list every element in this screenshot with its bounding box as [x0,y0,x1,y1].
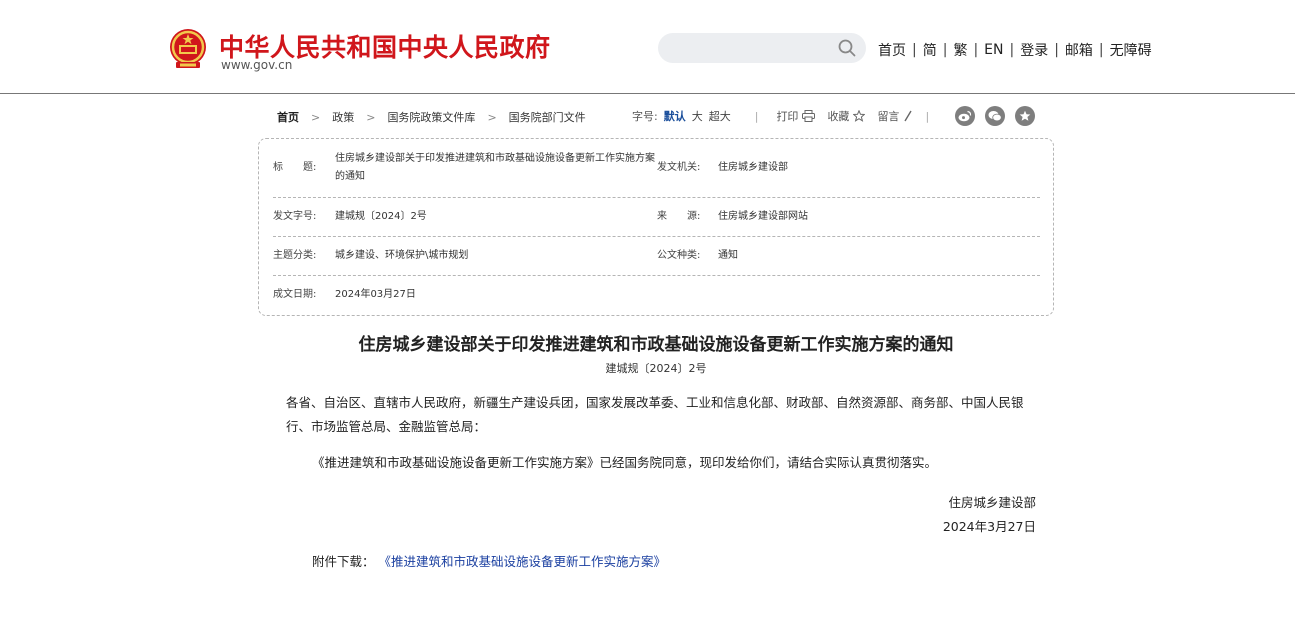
nav-separator: | [912,42,917,58]
article-doc-number: 建城规〔2024〕2号 [605,362,707,375]
document-info-table: 标 题: 住房城乡建设部关于印发推进建筑和市政基础设施设备更新工作实施方案的通知… [258,138,1054,316]
doc-number-value: 建城规〔2024〕2号 [335,211,427,222]
date-label: 成文日期: [273,289,317,300]
issuer-label: 发文机关: [657,162,701,173]
favorite-star-icon[interactable] [1015,106,1035,126]
comment-button[interactable]: 留言 [877,108,913,124]
breadcrumb: 首页 > 政策 > 国务院政策文件库 > 国务院部门文件 [277,109,586,125]
doc-type-label: 公文种类: [657,250,701,261]
breadcrumb-policy[interactable]: 政策 [332,109,354,125]
favorite-button[interactable]: 收藏 [827,108,866,124]
wechat-icon[interactable] [985,106,1005,126]
nav-separator: | [1054,42,1059,58]
info-row-title: 标 题: 住房城乡建设部关于印发推进建筑和市政基础设施设备更新工作实施方案的通知… [273,139,1040,198]
print-button[interactable]: 打印 [776,108,816,124]
font-size-large[interactable]: 大 [692,108,703,124]
nav-mailbox[interactable]: 邮箱 [1065,40,1093,60]
nav-separator: | [1098,42,1104,58]
nav-separator: | [1009,42,1015,58]
divider: | [925,109,930,123]
top-nav: 首页 | 简 | 繁 | EN | 登录 | 邮箱 | 无障碍 [878,40,1152,60]
font-size-xlarge[interactable]: 超大 [709,108,731,124]
issuer-value: 住房城乡建设部 [718,162,788,173]
breadcrumb-policy-library[interactable]: 国务院政策文件库 [387,109,475,125]
nav-login[interactable]: 登录 [1020,40,1048,60]
signature-org: 住房城乡建设部 [948,495,1036,510]
divider: | [754,109,759,123]
chevron-right-icon: > [487,110,497,124]
nav-separator: | [973,42,979,58]
printer-icon [802,110,816,122]
attachment-download: 附件下载： 《推进建筑和市政基础设施设备更新工作实施方案》 [312,551,666,570]
doc-number-label: 发文字号: [273,211,317,222]
topic-label: 主题分类: [273,250,317,261]
title-label: 标 题: [273,162,317,173]
nav-english[interactable]: EN [984,42,1003,58]
favorite-label: 收藏 [827,110,850,123]
breadcrumb-department-docs[interactable]: 国务院部门文件 [509,109,586,125]
article-addressees: 各省、自治区、直辖市人民政府，新疆生产建设兵团，国家发展改革委、工业和信息化部、… [286,395,1024,434]
chevron-right-icon: > [366,110,376,124]
font-size-default[interactable]: 默认 [664,108,686,124]
signature-date: 2024年3月27日 [942,519,1036,534]
search-input[interactable] [658,33,866,63]
info-row-topic: 主题分类: 城乡建设、环境保护\城市规划 公文种类: 通知 [273,237,1040,276]
doc-type-value: 通知 [718,250,738,261]
info-row-date: 成文日期: 2024年03月27日 [273,276,1040,315]
topic-value: 城乡建设、环境保护\城市规划 [335,250,469,261]
font-size-label: 字号: [632,110,658,123]
nav-accessibility[interactable]: 无障碍 [1110,40,1152,60]
source-value: 住房城乡建设部网站 [718,211,808,222]
date-value: 2024年03月27日 [335,289,416,300]
info-row-docno: 发文字号: 建城规〔2024〕2号 来 源: 住房城乡建设部网站 [273,198,1040,237]
breadcrumb-home[interactable]: 首页 [277,109,299,125]
article-toolbar: 字号: 默认 大 超大 | 打印 收藏 留言 | [632,108,947,124]
source-label: 来 源: [657,211,701,222]
title-value: 住房城乡建设部关于印发推进建筑和市政基础设施设备更新工作实施方案的通知 [335,153,655,182]
nav-traditional[interactable]: 繁 [953,40,967,60]
star-icon [853,110,866,122]
nav-home[interactable]: 首页 [878,40,906,60]
article-body: 《推进建筑和市政基础设施设备更新工作实施方案》已经国务院同意，现印发给你们，请结… [312,455,938,470]
nav-simplified[interactable]: 简 [923,40,937,60]
pencil-icon [904,110,913,122]
article-title: 住房城乡建设部关于印发推进建筑和市政基础设施设备更新工作实施方案的通知 [358,335,954,355]
nav-separator: | [942,42,948,58]
comment-label: 留言 [877,110,900,123]
share-buttons [955,106,1035,126]
site-domain: www.gov.cn [221,58,293,72]
attachment-label: 附件下载： [312,554,375,569]
site-header: 中华人民共和国中央人民政府 www.gov.cn 首页 | 简 | 繁 | EN… [0,0,1295,94]
national-emblem-icon[interactable] [168,28,208,70]
print-label: 打印 [776,110,799,123]
search-icon[interactable] [838,39,856,57]
attachment-link[interactable]: 《推进建筑和市政基础设施设备更新工作实施方案》 [379,554,667,569]
chevron-right-icon: > [311,110,321,124]
weibo-icon[interactable] [955,106,975,126]
